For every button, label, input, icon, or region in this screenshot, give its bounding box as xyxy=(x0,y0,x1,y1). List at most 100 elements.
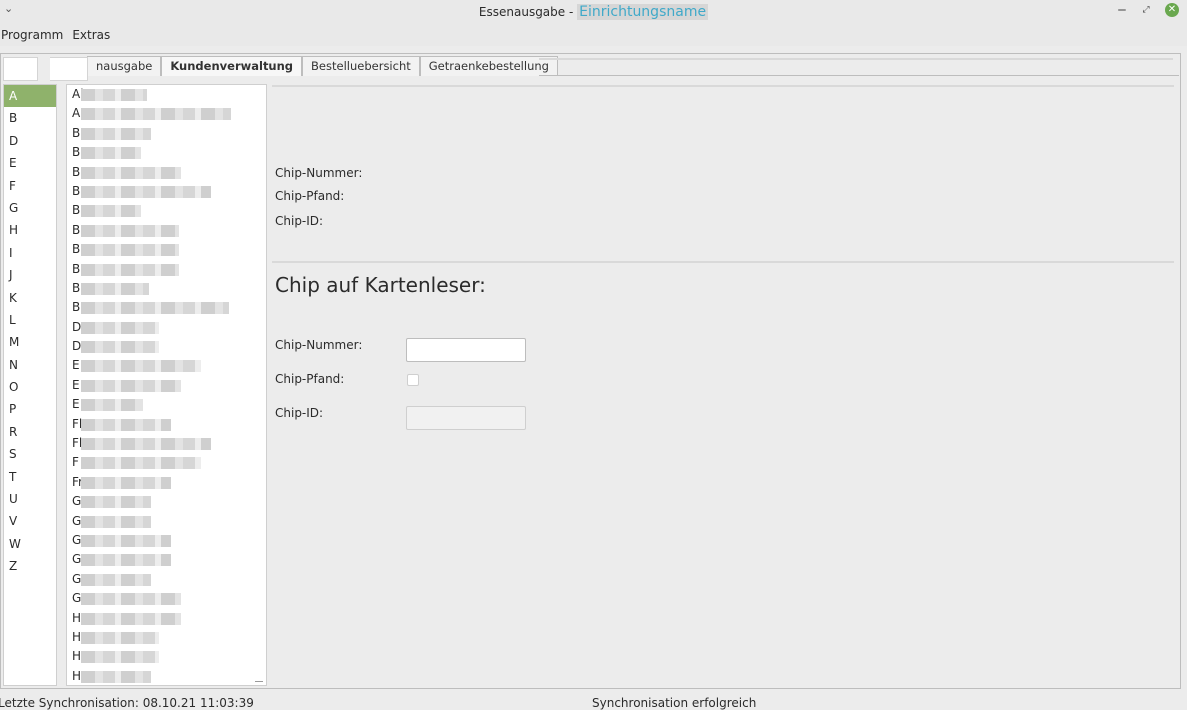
redacted-name-blur xyxy=(81,108,231,121)
window-title: Essenausgabe - Einrichtungsname xyxy=(0,4,1187,20)
redacted-name-blur xyxy=(81,147,141,160)
customer-list-item[interactable]: Al xyxy=(67,85,266,104)
reader-chip-deposit-checkbox[interactable] xyxy=(407,374,419,386)
card-reader-heading: Chip auf Kartenleser: xyxy=(275,273,486,297)
menu-programm[interactable]: Programm xyxy=(0,28,69,42)
customer-list-item[interactable]: Fr xyxy=(67,473,266,492)
letter-item[interactable]: G xyxy=(4,197,56,219)
customer-name: G xyxy=(72,591,82,606)
redacted-name-blur xyxy=(81,321,159,334)
letter-item[interactable]: U xyxy=(4,488,56,510)
customer-list-item[interactable]: B xyxy=(67,298,266,317)
tab-row-baseline xyxy=(539,75,1179,76)
letter-item[interactable]: B xyxy=(4,107,56,129)
customer-list-item[interactable]: B xyxy=(67,260,266,279)
redacted-name-blur xyxy=(81,612,181,625)
letter-item[interactable]: T xyxy=(4,466,56,488)
letter-item[interactable]: E xyxy=(4,152,56,174)
customer-list-item[interactable]: G xyxy=(67,570,266,589)
tab-essenausgabe[interactable]: nausgabe xyxy=(87,56,162,76)
close-icon[interactable]: ✕ xyxy=(1165,3,1179,17)
customer-list-item[interactable]: D xyxy=(67,318,266,337)
letter-filter-list[interactable]: ABDEFGHIJKLMNOPRSTUVWZ xyxy=(3,84,57,686)
redacted-name-blur xyxy=(81,593,181,606)
customer-list-item[interactable]: B xyxy=(67,163,266,182)
reader-chip-number-input[interactable] xyxy=(406,338,526,362)
customer-list-item[interactable]: G xyxy=(67,492,266,511)
menu-extras[interactable]: Extras xyxy=(71,28,116,42)
letter-item[interactable]: L xyxy=(4,309,56,331)
redacted-name-blur xyxy=(81,457,201,470)
minimize-icon[interactable]: ‒ xyxy=(1117,3,1127,17)
letter-item[interactable]: K xyxy=(4,287,56,309)
customer-list[interactable]: Al Au B B B B B B B B B B D D E E E Fl Fl F Fr G G G G G G H H H H xyxy=(66,84,267,686)
letter-item[interactable]: P xyxy=(4,398,56,420)
redacted-name-blur xyxy=(81,282,149,295)
customer-list-item[interactable]: E xyxy=(67,356,266,375)
letter-item[interactable]: N xyxy=(4,354,56,376)
tab-bestelluebersicht[interactable]: Bestelluebersicht xyxy=(302,56,420,76)
customer-name: G xyxy=(72,513,82,528)
letter-item[interactable]: I xyxy=(4,242,56,264)
customer-name: G xyxy=(72,532,82,547)
redacted-name-blur xyxy=(81,573,151,586)
letter-item[interactable]: H xyxy=(4,219,56,241)
letter-item[interactable]: Z xyxy=(4,555,56,577)
status-bar: Letzte Synchronisation: 08.10.21 11:03:3… xyxy=(0,690,1187,710)
letter-item[interactable]: J xyxy=(4,264,56,286)
maximize-icon[interactable]: ⤢ xyxy=(1141,5,1151,15)
scroll-indicator xyxy=(255,681,263,682)
customer-list-item[interactable]: G xyxy=(67,512,266,531)
customer-list-item[interactable]: D xyxy=(67,337,266,356)
customer-list-item[interactable]: E xyxy=(67,376,266,395)
customer-list-item[interactable]: B xyxy=(67,182,266,201)
letter-item[interactable]: R xyxy=(4,421,56,443)
letter-item[interactable]: F xyxy=(4,175,56,197)
tab-row-divider xyxy=(539,58,1173,60)
customer-list-item[interactable]: H xyxy=(67,667,266,685)
customer-list-item[interactable]: G xyxy=(67,550,266,569)
letter-item[interactable]: A xyxy=(4,85,56,108)
customer-list-item[interactable]: Fl xyxy=(67,415,266,434)
tab-getraenkebestellung[interactable]: Getraenkebestellung xyxy=(419,56,558,76)
customer-list-item[interactable]: Fl xyxy=(67,434,266,453)
customer-list-item[interactable]: H xyxy=(67,609,266,628)
letter-item[interactable]: V xyxy=(4,510,56,532)
customer-name: G xyxy=(72,571,82,586)
customer-list-item[interactable]: E xyxy=(67,395,266,414)
letter-item[interactable]: M xyxy=(4,331,56,353)
customer-list-item[interactable]: B xyxy=(67,279,266,298)
customer-list-item[interactable]: B xyxy=(67,143,266,162)
letter-item[interactable]: D xyxy=(4,130,56,152)
customer-list-item[interactable]: F xyxy=(67,453,266,472)
customer-list-item[interactable]: H xyxy=(67,628,266,647)
redacted-name-blur xyxy=(81,496,151,509)
customer-list-item[interactable]: B xyxy=(67,240,266,259)
redacted-name-blur xyxy=(81,244,179,257)
customer-name: B xyxy=(72,222,81,237)
redacted-name-blur xyxy=(81,205,141,218)
customer-list-item[interactable]: B xyxy=(67,201,266,220)
customer-list-item[interactable]: Au xyxy=(67,104,266,123)
letter-item[interactable]: W xyxy=(4,533,56,555)
customer-name: D xyxy=(72,339,82,354)
redacted-name-blur xyxy=(81,89,147,101)
customer-name: B xyxy=(72,164,81,179)
customer-list-item[interactable]: G xyxy=(67,531,266,550)
tab-kundenverwaltung[interactable]: Kundenverwaltung xyxy=(161,56,303,76)
customer-list-item[interactable]: B xyxy=(67,221,266,240)
letter-item[interactable]: S xyxy=(4,443,56,465)
window-title-prefix: Essenausgabe - xyxy=(478,5,578,19)
last-sync-status: Letzte Synchronisation: 08.10.21 11:03:3… xyxy=(0,696,254,710)
redacted-name-blur xyxy=(81,360,201,373)
customer-list-item[interactable]: B xyxy=(67,124,266,143)
redacted-name-blur xyxy=(81,534,171,547)
letter-item[interactable]: O xyxy=(4,376,56,398)
customer-list-item[interactable]: G xyxy=(67,589,266,608)
redacted-name-blur xyxy=(81,515,151,528)
customer-name: B xyxy=(72,203,81,218)
customer-name: B xyxy=(72,125,81,140)
customer-list-item[interactable]: H xyxy=(67,647,266,666)
overlay-input-2[interactable] xyxy=(50,57,88,81)
overlay-input-1[interactable] xyxy=(3,57,38,81)
